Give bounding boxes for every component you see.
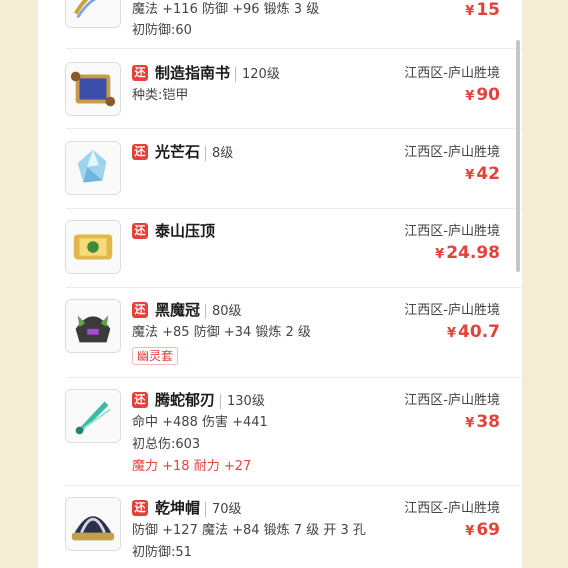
divider <box>66 128 522 129</box>
item-name[interactable]: 腾蛇郁刃 130级 <box>155 391 265 411</box>
item-name[interactable]: 泰山压顶 <box>155 222 215 240</box>
item-price[interactable]: ¥24.98 <box>435 243 500 265</box>
item-name[interactable]: 制造指南书 120级 <box>155 64 280 84</box>
item-price[interactable]: ¥42 <box>465 164 500 186</box>
return-badge: 还 <box>132 223 148 239</box>
guide-scroll-icon[interactable] <box>65 62 121 116</box>
item-price[interactable]: ¥90 <box>465 85 500 107</box>
return-badge: 还 <box>132 65 148 81</box>
divider <box>66 485 522 486</box>
divider <box>66 377 522 378</box>
item-price[interactable]: ¥15 <box>465 0 500 22</box>
item-price[interactable]: ¥40.7 <box>447 322 500 344</box>
item-extra: 初防御:51 <box>132 545 192 560</box>
return-badge: 还 <box>132 500 148 516</box>
item-name[interactable]: 乾坤帽 70级 <box>155 499 242 519</box>
item-name[interactable]: 光芒石 8级 <box>155 143 234 163</box>
blade-icon[interactable] <box>65 389 121 443</box>
item-server: 江西区-庐山胜境 <box>404 66 500 81</box>
jade-ornament-icon[interactable] <box>65 0 121 28</box>
gold-scroll-icon[interactable] <box>65 220 121 274</box>
item-stats: 命中 +488 伤害 +441 <box>132 415 268 430</box>
divider <box>66 287 522 288</box>
item-server: 江西区-庐山胜境 <box>404 501 500 516</box>
item-name[interactable]: 黑魔冠 80级 <box>155 301 242 321</box>
hat-icon[interactable] <box>65 497 121 551</box>
item-stats: 防御 +127 魔法 +84 锻炼 7 级 开 3 孔 <box>132 523 366 538</box>
helmet-icon[interactable] <box>65 299 121 353</box>
return-badge: 还 <box>132 302 148 318</box>
item-server: 江西区-庐山胜境 <box>404 303 500 318</box>
item-bonus: 魔力 +18 耐力 +27 <box>132 459 252 474</box>
scrollbar[interactable] <box>516 40 520 272</box>
item-server: 江西区-庐山胜境 <box>404 145 500 160</box>
item-stats: 魔法 +116 防御 +96 锻炼 3 级 <box>132 2 320 17</box>
return-badge: 还 <box>132 144 148 160</box>
return-badge: 还 <box>132 392 148 408</box>
item-price[interactable]: ¥69 <box>465 520 500 542</box>
divider <box>66 208 522 209</box>
item-extra: 初总伤:603 <box>132 437 201 452</box>
divider <box>66 48 522 49</box>
item-price[interactable]: ¥38 <box>465 412 500 434</box>
item-stats: 魔法 +85 防御 +34 锻炼 2 级 <box>132 325 311 340</box>
item-server: 江西区-庐山胜境 <box>404 393 500 408</box>
listing-panel: 魔法 +116 防御 +96 锻炼 3 级 初防御:60 ¥15 还 制造指南书… <box>38 0 522 568</box>
item-stats: 种类:铠甲 <box>132 88 189 103</box>
item-extra: 初防御:60 <box>132 23 192 38</box>
crystal-icon[interactable] <box>65 141 121 195</box>
set-tag: 幽灵套 <box>132 347 179 365</box>
item-server: 江西区-庐山胜境 <box>404 224 500 239</box>
